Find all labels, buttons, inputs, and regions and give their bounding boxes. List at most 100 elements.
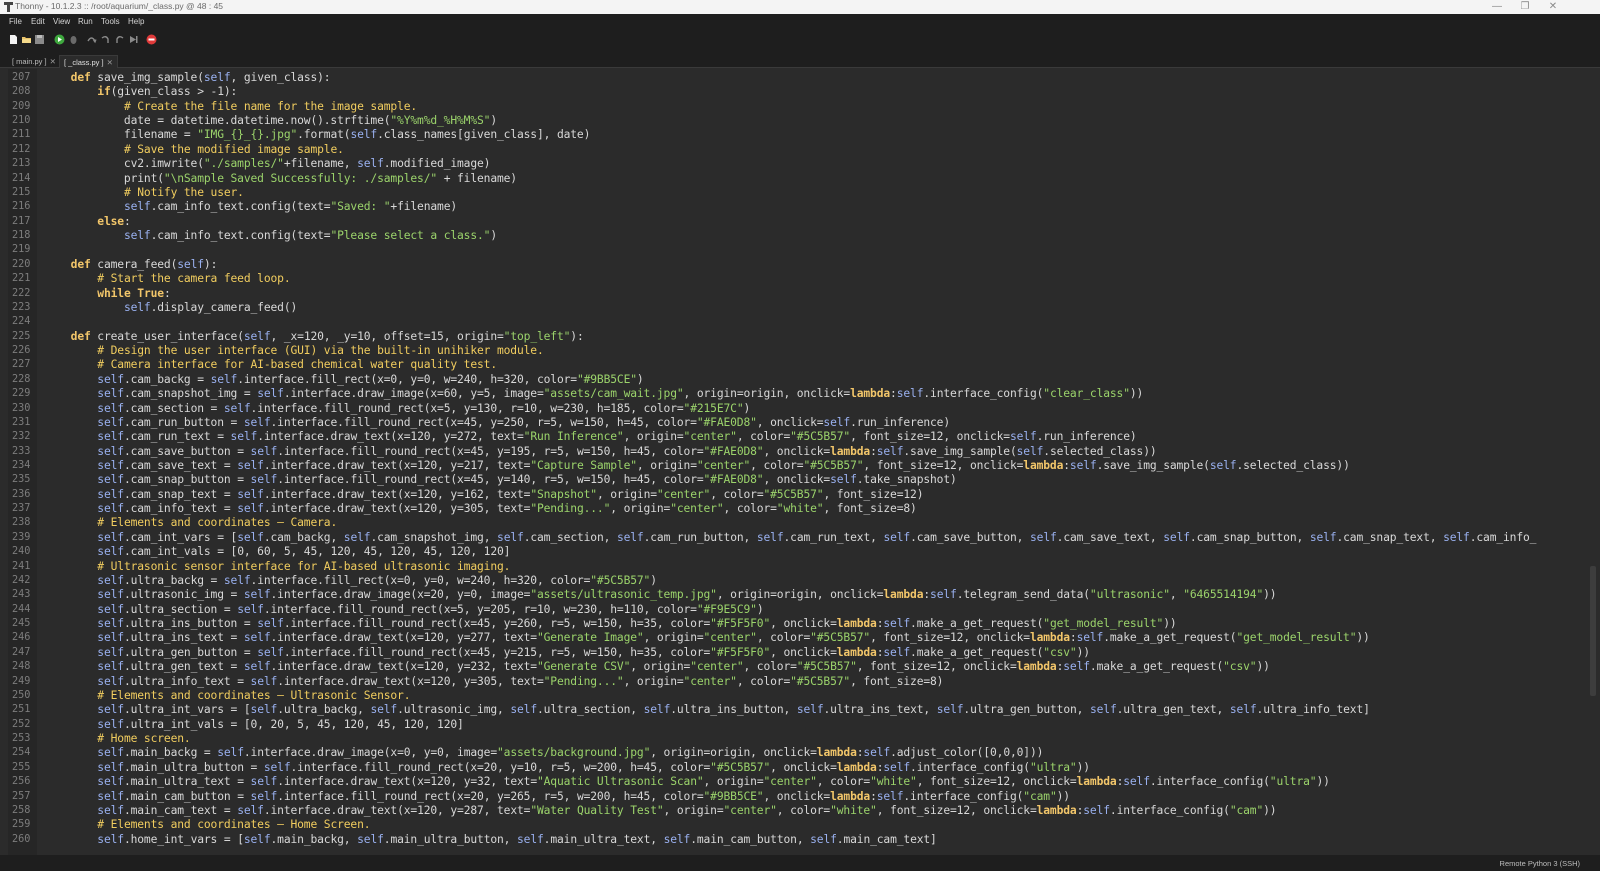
code-area[interactable]: def save_img_sample(self, given_class): … [44, 69, 1584, 855]
code-line[interactable]: def camera_feed(self): [44, 258, 218, 272]
code-line[interactable]: while True: [44, 287, 170, 301]
code-line[interactable]: self.cam_backg = self.interface.fill_rec… [44, 373, 643, 387]
code-line[interactable]: self.cam_int_vals = [0, 60, 5, 45, 120, … [44, 545, 510, 559]
code-line[interactable]: # Ultrasonic sensor interface for AI-bas… [44, 560, 510, 574]
step-out-icon[interactable] [114, 34, 125, 45]
menu-file[interactable]: File [9, 17, 22, 26]
line-number: 254 [12, 747, 31, 759]
window-title: Thonny - 10.1.2.3 :: /root/aquarium/_cla… [15, 1, 224, 11]
stop-icon[interactable] [146, 34, 157, 45]
code-line[interactable]: self.main_ultra_text = self.interface.dr… [44, 775, 1330, 789]
code-line[interactable]: self.main_ultra_button = self.interface.… [44, 761, 1090, 775]
code-line[interactable]: date = datetime.datetime.now().strftime(… [44, 114, 497, 128]
code-line[interactable]: self.ultra_info_text = self.interface.dr… [44, 675, 943, 689]
code-line[interactable]: # Elements and coordinates — Ultrasonic … [44, 689, 410, 703]
line-number: 231 [12, 416, 31, 428]
code-line[interactable]: print("\nSample Saved Successfully: ./sa… [44, 172, 517, 186]
line-number: 220 [12, 258, 31, 270]
code-line[interactable]: self.cam_snap_text = self.interface.draw… [44, 488, 923, 502]
minimize-button[interactable]: — [1483, 0, 1511, 14]
code-line[interactable]: self.ultra_section = self.interface.fill… [44, 603, 763, 617]
line-number: 245 [12, 618, 31, 630]
resume-icon[interactable] [128, 34, 139, 45]
code-line[interactable]: self.main_cam_button = self.interface.fi… [44, 790, 1070, 804]
line-number: 235 [12, 474, 31, 486]
menu-view[interactable]: View [53, 17, 70, 26]
code-line[interactable]: self.ultra_backg = self.interface.fill_r… [44, 574, 657, 588]
line-number: 232 [12, 431, 31, 443]
step-into-icon[interactable] [100, 34, 111, 45]
menu-tools[interactable]: Tools [101, 17, 120, 26]
line-number: 249 [12, 675, 31, 687]
code-line[interactable]: # Home screen. [44, 732, 190, 746]
code-line[interactable]: def save_img_sample(self, given_class): [44, 71, 331, 85]
tab-main-py[interactable]: [ main.py ] ✕ [8, 55, 60, 68]
code-line[interactable]: self.ultra_ins_button = self.interface.f… [44, 617, 1176, 631]
code-line[interactable]: self.ultrasonic_img = self.interface.dra… [44, 588, 1276, 602]
code-line[interactable]: else: [44, 215, 130, 229]
close-button[interactable]: ✕ [1539, 0, 1567, 14]
code-line[interactable]: self.home_int_vars = [self.main_backg, s… [44, 833, 937, 847]
code-line[interactable]: self.cam_save_text = self.interface.draw… [44, 459, 1350, 473]
code-line[interactable]: self.display_camera_feed() [44, 301, 297, 315]
code-line[interactable]: def create_user_interface(self, _x=120, … [44, 330, 584, 344]
menu-edit[interactable]: Edit [31, 17, 45, 26]
scrollbar-thumb[interactable] [1590, 566, 1596, 696]
line-number: 251 [12, 704, 31, 716]
code-line[interactable]: self.cam_save_button = self.interface.fi… [44, 445, 1156, 459]
line-number: 240 [12, 546, 31, 558]
line-number: 217 [12, 215, 31, 227]
code-line[interactable]: # Camera interface for AI-based chemical… [44, 358, 497, 372]
code-line[interactable]: # Create the file name for the image sam… [44, 100, 417, 114]
menu-run[interactable]: Run [78, 17, 93, 26]
vertical-scrollbar[interactable] [1588, 69, 1598, 855]
code-line[interactable]: # Design the user interface (GUI) via th… [44, 344, 543, 358]
code-line[interactable]: self.cam_int_vars = [self.cam_backg, sel… [44, 531, 1536, 545]
new-file-icon[interactable] [8, 34, 19, 45]
code-line[interactable]: self.cam_snap_button = self.interface.fi… [44, 473, 957, 487]
debug-icon[interactable] [68, 34, 79, 45]
close-tab-icon[interactable]: ✕ [50, 57, 56, 66]
close-tab-icon[interactable]: ✕ [107, 58, 113, 67]
code-line[interactable]: self.cam_run_button = self.interface.fil… [44, 416, 950, 430]
code-line[interactable]: self.main_cam_text = self.interface.draw… [44, 804, 1276, 818]
code-editor[interactable]: 207 208 209 210 211 212 213 214 215 216 217 218 219 2… [0, 69, 1600, 855]
code-line[interactable]: self.main_backg = self.interface.draw_im… [44, 746, 1043, 760]
code-line[interactable]: # Elements and coordinates — Camera. [44, 516, 337, 530]
line-number: 241 [12, 560, 31, 572]
code-line[interactable]: # Start the camera feed loop. [44, 272, 290, 286]
code-line[interactable]: self.cam_snapshot_img = self.interface.d… [44, 387, 1143, 401]
maximize-button[interactable]: ❐ [1511, 0, 1539, 14]
line-number-gutter: 207 208 209 210 211 212 213 214 215 216 217 218 219 2… [8, 69, 37, 855]
line-number: 234 [12, 459, 31, 471]
line-number: 252 [12, 718, 31, 730]
menu-help[interactable]: Help [128, 17, 144, 26]
run-icon[interactable] [54, 34, 65, 45]
step-over-icon[interactable] [86, 34, 97, 45]
line-number: 224 [12, 316, 31, 328]
save-icon[interactable] [34, 34, 45, 45]
code-line[interactable]: self.cam_info_text.config(text="Saved: "… [44, 200, 457, 214]
code-line[interactable]: filename = "IMG_{}_{}.jpg".format(self.c… [44, 128, 590, 142]
line-number: 210 [12, 115, 31, 127]
code-line[interactable]: self.cam_section = self.interface.fill_r… [44, 402, 750, 416]
open-folder-icon[interactable] [21, 34, 32, 45]
line-number: 221 [12, 273, 31, 285]
code-line[interactable]: self.ultra_int_vars = [self.ultra_backg,… [44, 703, 1370, 717]
code-line[interactable]: self.cam_info_text.config(text="Please s… [44, 229, 497, 243]
code-line[interactable]: self.cam_run_text = self.interface.draw_… [44, 430, 1136, 444]
code-line[interactable]: # Elements and coordinates — Home Screen… [44, 818, 370, 832]
code-line[interactable]: cv2.imwrite("./samples/"+filename, self.… [44, 157, 491, 171]
tab-class-py[interactable]: [ _class.py ] ✕ [59, 55, 118, 68]
code-line[interactable]: # Notify the user. [44, 186, 244, 200]
code-line[interactable]: if(given_class > -1): [44, 85, 237, 99]
code-line[interactable]: self.cam_info_text = self.interface.draw… [44, 502, 917, 516]
code-line[interactable]: self.ultra_ins_text = self.interface.dra… [44, 631, 1370, 645]
line-number: 222 [12, 287, 31, 299]
interpreter-status[interactable]: Remote Python 3 (SSH) [1500, 859, 1580, 868]
line-number: 255 [12, 761, 31, 773]
code-line[interactable]: self.ultra_gen_button = self.interface.f… [44, 646, 1090, 660]
code-line[interactable]: # Save the modified image sample. [44, 143, 344, 157]
code-line[interactable]: self.ultra_int_vals = [0, 20, 5, 45, 120… [44, 718, 464, 732]
code-line[interactable]: self.ultra_gen_text = self.interface.dra… [44, 660, 1270, 674]
